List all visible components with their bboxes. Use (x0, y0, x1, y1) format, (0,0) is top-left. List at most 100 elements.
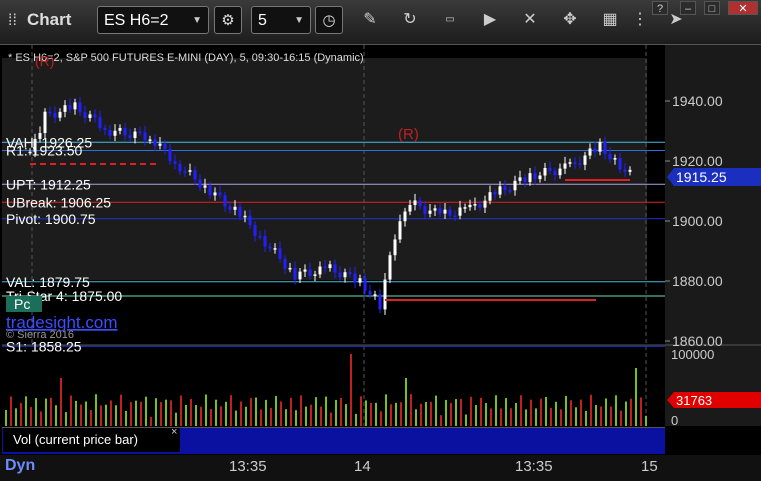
candle-body (433, 208, 437, 211)
volume-bar (580, 399, 582, 426)
volume-bar (370, 402, 372, 426)
volume-bar (155, 398, 157, 426)
volume-bar (505, 398, 507, 426)
volume-bar (190, 398, 192, 426)
price-axis (665, 45, 761, 345)
candle-body (623, 169, 627, 172)
candle-body (363, 278, 367, 292)
candle-body (518, 177, 522, 181)
candle-body (573, 162, 577, 164)
volume-bar (335, 399, 337, 426)
candle-body (508, 190, 512, 192)
dynamic-indicator[interactable]: Dyn (5, 457, 35, 475)
volume-bar (600, 406, 602, 426)
price-axis-label: 1920.00 (672, 153, 723, 169)
candle-body (193, 170, 197, 180)
volume-bar (240, 401, 242, 426)
candle-body (308, 269, 312, 276)
volume-bar (45, 398, 47, 426)
candle-body (248, 215, 252, 226)
vol-current: 31763 (676, 393, 712, 408)
candle-body (188, 170, 192, 172)
candle-body (228, 206, 232, 210)
candle-body (373, 294, 377, 296)
volume-bar (160, 402, 162, 426)
candle-body (348, 272, 352, 274)
volume-bar (315, 397, 317, 426)
volume-bar (165, 399, 167, 426)
volume-bar (275, 395, 277, 426)
candle-body (258, 235, 262, 238)
volume-bar (555, 401, 557, 426)
candle-body (483, 200, 487, 208)
candle-body (603, 141, 607, 155)
candle-body (388, 255, 392, 280)
volume-bar (450, 402, 452, 426)
candle-body (233, 206, 237, 210)
vol-axis-top: 100000 (671, 347, 714, 362)
volume-bar (630, 398, 632, 426)
current-price: 1915.25 (676, 169, 727, 185)
volume-bar (565, 395, 567, 426)
candle-body (338, 272, 342, 278)
volume-bar (330, 412, 332, 426)
candle-body (318, 266, 322, 275)
volume-bar (530, 399, 532, 426)
volume-bar (30, 407, 32, 426)
close-tab-button[interactable]: × (171, 426, 177, 438)
plot-margin (647, 45, 665, 345)
candle-body (253, 225, 257, 236)
volume-bar (120, 394, 122, 426)
volume-study-tab[interactable]: Vol (current price bar) (3, 428, 180, 452)
candle-body (333, 264, 337, 273)
candle-body (263, 236, 267, 247)
candle-body (613, 158, 617, 160)
volume-bar (225, 401, 227, 426)
candle-body (108, 129, 112, 136)
candle-body (223, 195, 227, 207)
volume-bar (195, 404, 197, 426)
candle-body (118, 127, 122, 131)
candle-body (478, 204, 482, 208)
level-label: Pivot: 1900.75 (6, 211, 96, 227)
candle-body (163, 143, 167, 150)
volume-bar (85, 401, 87, 426)
candle-body (298, 271, 302, 280)
candle-body (68, 105, 72, 110)
volume-bar (425, 401, 427, 426)
volume-bar (215, 399, 217, 426)
volume-bar (575, 407, 577, 426)
volume-bar (80, 404, 82, 426)
candle-body (448, 209, 452, 216)
candle-body (43, 111, 47, 134)
candle-body (213, 192, 217, 196)
candle-body (93, 114, 97, 118)
volume-bar (460, 398, 462, 426)
candle-body (558, 168, 562, 176)
price-axis-label: 1880.00 (672, 273, 723, 289)
candle-body (243, 215, 247, 218)
candle-body (498, 186, 502, 195)
level-label: R1: 1923.50 (6, 143, 82, 159)
volume-bar (390, 404, 392, 426)
volume-bar (75, 400, 77, 426)
volume-bar (130, 402, 132, 426)
volume-bar (535, 408, 537, 426)
volume-bar (140, 401, 142, 426)
candle-body (618, 158, 622, 170)
candle-body (523, 177, 527, 183)
candle-body (238, 206, 242, 217)
volume-bar (110, 400, 112, 426)
volume-bar (310, 404, 312, 426)
volume-bar (100, 405, 102, 426)
volume-bar (200, 406, 202, 426)
candle-body (58, 111, 62, 118)
price-chart[interactable]: * ES H6=2, S&P 500 FUTURES E-MINI (DAY),… (0, 0, 761, 481)
candle-body (358, 278, 362, 283)
candle-body (158, 143, 162, 146)
candle-body (408, 205, 412, 212)
time-label: 13:35 (515, 458, 553, 475)
volume-bar (520, 395, 522, 426)
volume-bar (265, 399, 267, 426)
candle-body (178, 163, 182, 172)
